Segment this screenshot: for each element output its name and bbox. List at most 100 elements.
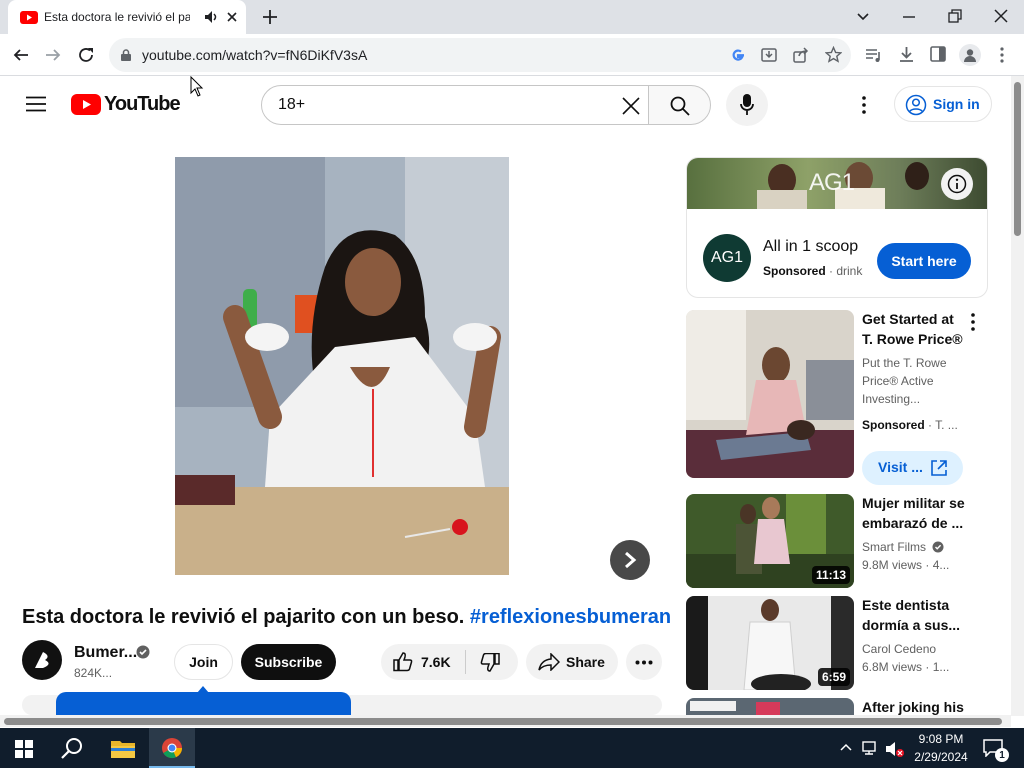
- show-hidden-icons-chevron-icon[interactable]: [840, 743, 852, 751]
- sidebar-title[interactable]: Mujer militar se embarazó de ...: [862, 493, 972, 533]
- sidebar-title-line: Get Started at: [862, 311, 954, 327]
- google-icon[interactable]: [730, 47, 746, 63]
- share-button[interactable]: Share: [526, 644, 618, 680]
- downloads-icon[interactable]: [898, 46, 915, 63]
- share-page-icon[interactable]: [793, 47, 809, 63]
- visit-site-button[interactable]: Visit ...: [862, 451, 963, 485]
- search-query-text[interactable]: 18+: [278, 96, 305, 114]
- mouse-cursor-icon: [190, 76, 204, 97]
- ad-info-button[interactable]: [941, 168, 973, 200]
- taskbar-search-icon[interactable]: [61, 737, 83, 759]
- settings-more-icon[interactable]: [861, 96, 867, 114]
- sidebar-title-line: Mujer militar se: [862, 495, 965, 511]
- verified-icon: [136, 645, 150, 659]
- windows-taskbar: 1: [0, 728, 1024, 768]
- more-actions-button[interactable]: [626, 644, 662, 680]
- ad-sponsored-line: Sponsored · drinkag1.com: [763, 264, 863, 278]
- sponsored-line: Sponsored · T. ...: [862, 418, 958, 432]
- ad-advertiser: drinkag1.com: [836, 264, 863, 278]
- side-panel-icon[interactable]: [930, 46, 946, 62]
- vertical-scroll-thumb[interactable]: [1014, 82, 1021, 236]
- tab-search-chevron-down-icon[interactable]: [856, 10, 870, 24]
- sidebar-channel-name[interactable]: Smart Films: [862, 540, 926, 554]
- sidebar-title-line: dormía a sus...: [862, 617, 961, 633]
- forward-arrow-icon[interactable]: [45, 47, 61, 63]
- browser-tab[interactable]: Esta doctora le revivió el paja: [8, 0, 246, 34]
- dislike-button[interactable]: [466, 644, 518, 680]
- chrome-taskbar-button[interactable]: [149, 728, 195, 768]
- lock-icon[interactable]: [121, 49, 131, 61]
- sidebar-title[interactable]: After joking his: [862, 697, 972, 715]
- video-player[interactable]: [175, 157, 509, 575]
- sidebar-title[interactable]: Get Started at T. Rowe Price®: [862, 309, 972, 349]
- close-window-icon[interactable]: [994, 9, 1008, 23]
- ad-banner-logo-text: AG1: [809, 169, 855, 196]
- item-more-icon[interactable]: [970, 313, 976, 331]
- sidebar-thumbnail[interactable]: 6:59: [686, 596, 854, 690]
- next-video-button[interactable]: [610, 540, 650, 580]
- windows-start-icon[interactable]: [15, 740, 33, 758]
- volume-muted-icon[interactable]: [885, 740, 905, 758]
- ad-title[interactable]: All in 1 scoop: [763, 238, 858, 256]
- search-input[interactable]: 18+: [261, 85, 649, 125]
- sidebar-thumbnail[interactable]: [686, 310, 854, 478]
- ad-logo[interactable]: AG1: [703, 234, 751, 282]
- subscribe-button[interactable]: Subscribe: [241, 644, 336, 680]
- like-count: 7.6K: [421, 654, 451, 670]
- install-app-icon[interactable]: [761, 47, 777, 63]
- tooltip-caret-icon: [197, 686, 209, 693]
- like-button[interactable]: 7.6K: [381, 644, 465, 680]
- network-icon[interactable]: [862, 740, 880, 756]
- youtube-play-logo-icon: [71, 94, 101, 115]
- channel-avatar[interactable]: [22, 640, 62, 680]
- notification-count-badge: 1: [995, 748, 1009, 762]
- address-bar[interactable]: youtube.com/watch?v=fN6DiKfV3sA: [109, 38, 851, 72]
- new-tab-icon[interactable]: [262, 9, 278, 25]
- hashtag-link[interactable]: #reflexionesbumeran: [470, 606, 671, 628]
- ad-sponsored-label: Sponsored: [763, 264, 826, 278]
- video-thumbnail-image: [686, 698, 854, 715]
- view-count: 6.8M views: [862, 660, 923, 674]
- clear-search-icon[interactable]: [622, 97, 640, 115]
- profile-avatar[interactable]: [959, 44, 981, 66]
- sidebar-channel-name[interactable]: Carol Cedeno: [862, 642, 936, 656]
- join-button[interactable]: Join: [174, 644, 233, 680]
- url-text[interactable]: youtube.com/watch?v=fN6DiKfV3sA: [142, 47, 367, 63]
- video-frame-image: [175, 157, 509, 575]
- bookmark-star-icon[interactable]: [825, 46, 842, 63]
- vertical-scrollbar[interactable]: [1011, 76, 1024, 716]
- search-button[interactable]: [648, 85, 711, 125]
- sidebar-title-line: embarazó de ...: [862, 515, 964, 531]
- hamburger-menu-icon[interactable]: [26, 96, 46, 112]
- browser-menu-icon[interactable]: [999, 47, 1005, 63]
- sidebar-title[interactable]: Este dentista dormía a sus...: [862, 595, 972, 635]
- sidebar-thumbnail[interactable]: 11:13: [686, 494, 854, 588]
- restore-icon[interactable]: [948, 9, 962, 23]
- audio-playing-icon[interactable]: [204, 10, 218, 24]
- sidebar-thumbnail[interactable]: [686, 698, 854, 715]
- verified-icon: [932, 541, 944, 553]
- subscriber-count: 824K...: [74, 666, 113, 680]
- media-controls-icon[interactable]: [865, 47, 883, 63]
- search-icon: [670, 96, 690, 116]
- voice-search-button[interactable]: [726, 84, 768, 126]
- youtube-favicon-icon: [20, 11, 38, 24]
- taskbar-clock[interactable]: 9:08 PM 2/29/2024: [905, 730, 977, 766]
- sponsored-ad-card[interactable]: AG1 AG1 All in 1 scoop Sponsored · drink…: [686, 157, 988, 298]
- horizontal-scroll-thumb[interactable]: [4, 718, 1002, 725]
- file-explorer-icon[interactable]: [111, 738, 135, 758]
- sign-in-button[interactable]: Sign in: [894, 86, 992, 122]
- back-arrow-icon[interactable]: [13, 47, 29, 63]
- sign-in-label: Sign in: [933, 96, 980, 112]
- close-tab-icon[interactable]: [226, 11, 238, 23]
- account-circle-icon: [905, 94, 927, 116]
- video-title: Esta doctora le revivió el pajarito con …: [22, 606, 671, 629]
- minimize-icon[interactable]: [902, 10, 916, 24]
- reload-icon[interactable]: [77, 46, 95, 64]
- tab-strip: Esta doctora le revivió el paja: [0, 0, 1024, 34]
- video-title-text: Esta doctora le revivió el pajarito con …: [22, 606, 465, 628]
- ad-cta-button[interactable]: Start here: [877, 243, 971, 279]
- horizontal-scrollbar[interactable]: [0, 715, 1011, 727]
- visit-label: Visit ...: [878, 459, 923, 475]
- channel-name[interactable]: Bumer...: [74, 644, 137, 662]
